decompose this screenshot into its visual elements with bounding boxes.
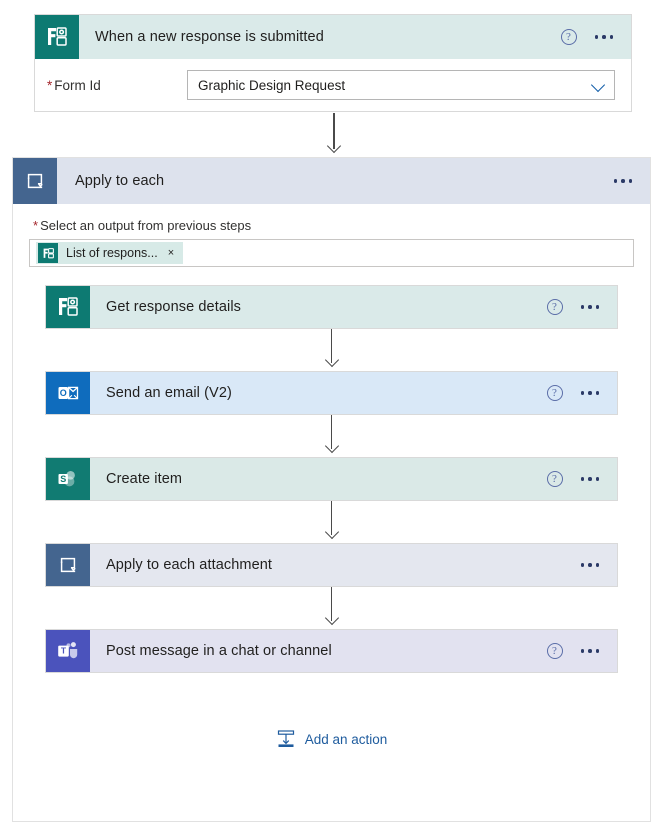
- svg-text:S: S: [60, 474, 66, 484]
- action-title: Post message in a chat or channel: [106, 643, 332, 659]
- action-card-send-an-email[interactable]: O Send an email (V2) ?: [45, 371, 618, 415]
- action-more-menu-button[interactable]: [579, 385, 602, 401]
- outlook-icon: O: [46, 372, 90, 414]
- microsoft-teams-icon: T: [46, 630, 90, 672]
- trigger-card[interactable]: When a new response is submitted ? * Form…: [34, 14, 632, 112]
- action-title: Send an email (V2): [106, 385, 232, 401]
- connector-arrow: [29, 329, 634, 371]
- form-id-label-text: Form Id: [54, 77, 101, 93]
- help-icon[interactable]: ?: [546, 643, 563, 659]
- form-id-label: * Form Id: [47, 78, 187, 93]
- trigger-card-actions: ?: [560, 15, 632, 59]
- action-card-create-item[interactable]: S Create item ?: [45, 457, 618, 501]
- insert-action-icon: [276, 729, 296, 749]
- required-asterisk: *: [47, 77, 53, 93]
- apply-to-each-container[interactable]: Apply to each * Select an output from pre…: [12, 157, 651, 822]
- help-icon[interactable]: ?: [546, 385, 563, 401]
- add-an-action-label: Add an action: [304, 731, 388, 747]
- required-asterisk: *: [33, 218, 39, 233]
- help-icon[interactable]: ?: [546, 471, 563, 487]
- select-output-input[interactable]: List of respons... ×: [29, 239, 634, 267]
- apply-to-each-actions: [612, 158, 651, 204]
- select-output-label-text: Select an output from previous steps: [40, 218, 252, 233]
- chevron-down-icon[interactable]: [592, 78, 606, 92]
- svg-text:O: O: [60, 388, 67, 398]
- apply-to-each-more-menu-button[interactable]: [612, 173, 635, 189]
- help-icon[interactable]: ?: [560, 29, 577, 45]
- form-id-dropdown[interactable]: Graphic Design Request: [187, 70, 615, 100]
- action-more-menu-button[interactable]: [579, 557, 602, 573]
- dynamic-content-token[interactable]: List of respons... ×: [36, 242, 184, 264]
- apply-to-each-loop-icon: [13, 158, 57, 204]
- microsoft-forms-icon: [38, 243, 58, 263]
- connector-arrow: [29, 501, 634, 543]
- action-more-menu-button[interactable]: [579, 643, 602, 659]
- action-more-menu-button[interactable]: [579, 299, 602, 315]
- apply-to-each-header[interactable]: Apply to each: [13, 158, 650, 204]
- connector-arrow: [322, 113, 346, 154]
- action-card-actions: [579, 544, 618, 586]
- connector-arrow: [29, 415, 634, 457]
- inner-actions-list: Get response details ? O Send an email (…: [29, 285, 634, 749]
- apply-to-each-title: Apply to each: [75, 173, 165, 189]
- action-title: Get response details: [106, 299, 241, 315]
- action-card-post-message[interactable]: T Post message in a chat or channel ?: [45, 629, 618, 673]
- trigger-card-body: * Form Id Graphic Design Request: [35, 59, 631, 111]
- select-output-label: * Select an output from previous steps: [33, 218, 634, 233]
- help-icon[interactable]: ?: [546, 299, 563, 315]
- microsoft-forms-icon: [35, 15, 79, 59]
- close-icon[interactable]: ×: [166, 247, 176, 259]
- action-card-actions: ?: [546, 372, 618, 414]
- action-card-actions: ?: [546, 458, 618, 500]
- trigger-title: When a new response is submitted: [95, 29, 324, 45]
- action-title: Apply to each attachment: [106, 557, 273, 573]
- sharepoint-icon: S: [46, 458, 90, 500]
- trigger-card-header[interactable]: When a new response is submitted ?: [35, 15, 631, 59]
- form-id-value: Graphic Design Request: [198, 77, 346, 93]
- connector-arrow: [29, 587, 634, 629]
- microsoft-forms-icon: [46, 286, 90, 328]
- action-more-menu-button[interactable]: [579, 471, 602, 487]
- trigger-more-menu-button[interactable]: [593, 29, 616, 45]
- action-card-get-response-details[interactable]: Get response details ?: [45, 285, 618, 329]
- action-title: Create item: [106, 471, 183, 487]
- svg-text:T: T: [61, 646, 67, 656]
- action-card-apply-to-each-attachment[interactable]: Apply to each attachment: [45, 543, 618, 587]
- apply-to-each-body: * Select an output from previous steps Li…: [13, 204, 650, 821]
- token-label: List of respons...: [66, 246, 158, 260]
- action-card-actions: ?: [546, 630, 618, 672]
- action-card-actions: ?: [546, 286, 618, 328]
- apply-to-each-loop-icon: [46, 544, 90, 586]
- add-an-action-button[interactable]: Add an action: [29, 729, 634, 749]
